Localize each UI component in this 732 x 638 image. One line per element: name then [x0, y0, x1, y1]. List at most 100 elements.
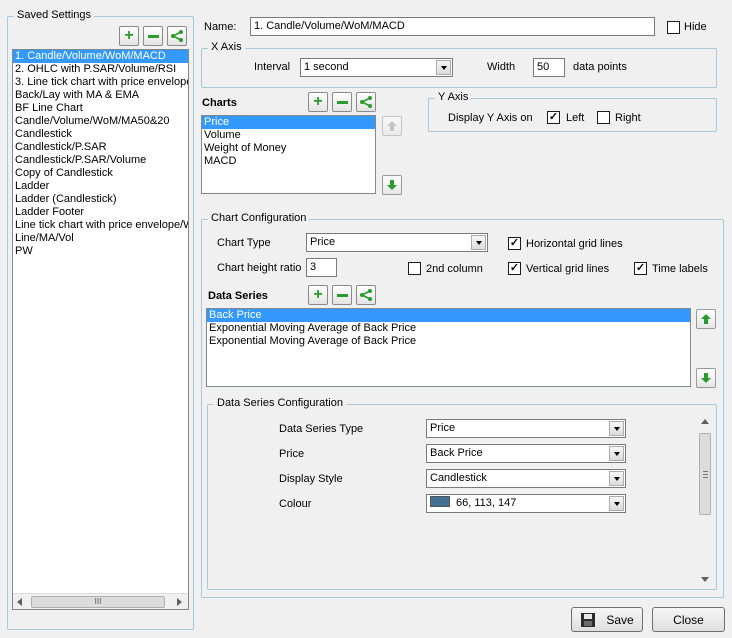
data-series-item[interactable]: Back Price — [207, 309, 690, 322]
ds-type-dropdown-arrow[interactable] — [609, 421, 624, 436]
width-unit: data points — [573, 61, 627, 73]
charts-title: Charts — [202, 97, 237, 109]
saved-setting-item[interactable]: Line tick chart with price envelope/W — [13, 219, 188, 232]
share-icon — [360, 289, 372, 301]
saved-setting-item[interactable]: 2. OHLC with P.SAR/Volume/RSI — [13, 63, 188, 76]
ds-colour-label: Colour — [279, 498, 312, 510]
y-axis-left-checkbox[interactable]: ✓ — [547, 111, 560, 124]
y-axis-right-checkbox[interactable] — [597, 111, 610, 124]
interval-dropdown-arrow[interactable] — [436, 60, 451, 75]
remove-setting-button[interactable] — [143, 26, 163, 46]
second-column-checkbox[interactable] — [408, 262, 421, 275]
plus-icon: + — [124, 27, 134, 44]
chart-item[interactable]: Volume — [202, 129, 375, 142]
interval-select[interactable]: 1 second — [300, 58, 453, 77]
remove-chart-button[interactable] — [332, 92, 352, 112]
chart-type-label: Chart Type — [217, 237, 271, 249]
saved-setting-item[interactable]: Candle/Volume/WoM/MA50&20 — [13, 115, 188, 128]
remove-series-button[interactable] — [332, 285, 352, 305]
saved-setting-item[interactable]: Line/MA/Vol — [13, 232, 188, 245]
ds-price-label: Price — [279, 448, 305, 460]
saved-settings-hscrollbar[interactable]: III — [13, 593, 188, 609]
chart-type-dropdown-arrow[interactable] — [471, 235, 486, 250]
close-button[interactable]: Close — [652, 607, 725, 632]
ds-type-select[interactable]: Price — [426, 419, 626, 438]
add-chart-button[interactable]: + — [308, 92, 328, 112]
scroll-up-icon[interactable] — [701, 419, 709, 424]
width-input[interactable]: 50 — [533, 58, 565, 77]
ds-type-label: Data Series Type — [279, 423, 364, 435]
hgrid-label: Horizontal grid lines — [526, 238, 623, 250]
ds-price-dropdown-arrow[interactable] — [609, 446, 624, 461]
saved-setting-item[interactable]: Candlestick — [13, 128, 188, 141]
saved-setting-item[interactable]: Back/Lay with MA & EMA — [13, 89, 188, 102]
display-y-axis-label: Display Y Axis on — [448, 112, 533, 124]
saved-setting-item[interactable]: Candlestick/P.SAR/Volume — [13, 154, 188, 167]
ds-display-style-dropdown-arrow[interactable] — [609, 471, 624, 486]
arrow-down-icon — [701, 373, 711, 383]
vgrid-label: Vertical grid lines — [526, 263, 610, 275]
saved-setting-item[interactable]: Ladder Footer — [13, 206, 188, 219]
ds-colour-select[interactable]: 66, 113, 147 — [426, 494, 626, 513]
share-setting-button[interactable] — [167, 26, 187, 46]
hide-checkbox[interactable] — [667, 21, 680, 34]
saved-setting-item[interactable]: Copy of Candlestick — [13, 167, 188, 180]
saved-setting-item[interactable]: PW — [13, 245, 188, 258]
share-chart-button[interactable] — [356, 92, 376, 112]
ds-colour-value: 66, 113, 147 — [456, 497, 517, 509]
minus-icon — [336, 293, 348, 297]
saved-setting-item[interactable]: 1. Candle/Volume/WoM/MACD — [13, 50, 188, 63]
data-series-item[interactable]: Exponential Moving Average of Back Price — [207, 322, 690, 335]
data-series-title: Data Series — [208, 290, 268, 302]
charts-list[interactable]: Price Volume Weight of Money MACD — [201, 115, 376, 194]
ds-display-style-select[interactable]: Candlestick — [426, 469, 626, 488]
minus-icon — [147, 34, 159, 38]
data-series-list[interactable]: Back Price Exponential Moving Average of … — [206, 308, 691, 387]
chart-type-value: Price — [310, 236, 336, 248]
second-column-label: 2nd column — [426, 263, 483, 275]
share-series-button[interactable] — [356, 285, 376, 305]
chart-item[interactable]: MACD — [202, 155, 375, 168]
saved-setting-item[interactable]: 3. Line tick chart with price envelope — [13, 76, 188, 89]
time-labels-label: Time labels — [652, 263, 708, 275]
chevron-down-icon — [475, 240, 482, 245]
chart-item[interactable]: Weight of Money — [202, 142, 375, 155]
ds-config-vscrollbar[interactable] — [698, 416, 712, 586]
saved-setting-item[interactable]: Ladder (Candlestick) — [13, 193, 188, 206]
hgrid-checkbox[interactable]: ✓ — [508, 237, 521, 250]
saved-setting-item[interactable]: BF Line Chart — [13, 102, 188, 115]
chart-move-up-button[interactable] — [382, 116, 402, 136]
ds-colour-dropdown-arrow[interactable] — [609, 496, 624, 511]
chart-height-label: Chart height ratio — [217, 262, 302, 274]
time-labels-checkbox[interactable]: ✓ — [634, 262, 647, 275]
name-input[interactable]: 1. Candle/Volume/WoM/MACD — [250, 17, 655, 36]
scroll-right-icon[interactable] — [177, 598, 183, 606]
saved-setting-item[interactable]: Ladder — [13, 180, 188, 193]
close-button-label: Close — [673, 612, 704, 627]
data-series-item[interactable]: Exponential Moving Average of Back Price — [207, 335, 690, 348]
interval-label: Interval — [254, 61, 291, 73]
arrow-up-icon — [387, 121, 397, 131]
add-setting-button[interactable]: + — [119, 26, 139, 46]
hscroll-thumb[interactable]: III — [31, 596, 165, 608]
chart-move-down-button[interactable] — [382, 175, 402, 195]
series-move-up-button[interactable] — [696, 309, 716, 329]
vgrid-checkbox[interactable]: ✓ — [508, 262, 521, 275]
ds-config-title: Data Series Configuration — [214, 397, 346, 409]
chart-item[interactable]: Price — [202, 116, 375, 129]
chart-height-input[interactable]: 3 — [306, 258, 337, 277]
ds-price-select[interactable]: Back Price — [426, 444, 626, 463]
saved-setting-item[interactable]: Candlestick/P.SAR — [13, 141, 188, 154]
save-button[interactable]: Save — [571, 607, 643, 632]
ds-config-vscroll-thumb[interactable] — [699, 433, 711, 515]
y-axis-title: Y Axis — [435, 91, 472, 103]
scroll-left-icon[interactable] — [17, 598, 23, 606]
chevron-down-icon — [613, 476, 620, 481]
interval-value: 1 second — [304, 61, 349, 73]
saved-settings-list[interactable]: 1. Candle/Volume/WoM/MACD 2. OHLC with P.… — [12, 49, 189, 610]
add-series-button[interactable]: + — [308, 285, 328, 305]
chart-type-select[interactable]: Price — [306, 233, 488, 252]
scroll-down-icon[interactable] — [701, 577, 709, 582]
width-label: Width — [487, 61, 516, 73]
series-move-down-button[interactable] — [696, 368, 716, 388]
